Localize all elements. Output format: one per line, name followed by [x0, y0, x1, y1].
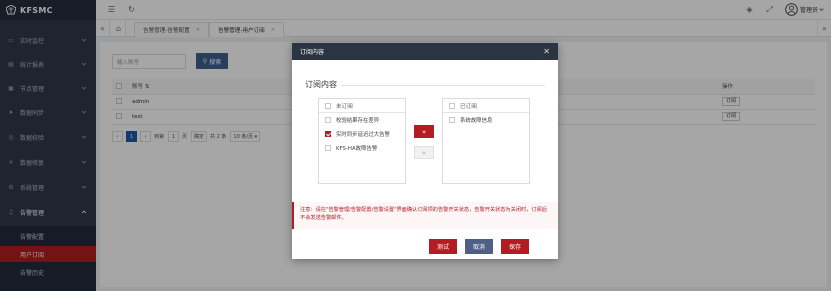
dialog-header: 订阅内容 ✕ — [292, 43, 558, 60]
unsubscribed-select-all[interactable] — [325, 102, 331, 109]
item-checkbox[interactable] — [325, 117, 331, 123]
list-item[interactable]: 校验结果存在差异 — [319, 113, 405, 127]
fieldset-legend: 订阅内容 — [305, 79, 341, 90]
cancel-button[interactable]: 取消 — [465, 239, 493, 254]
fieldset-divider — [305, 85, 545, 86]
subscribe-dialog: 订阅内容 ✕ 订阅内容 未订阅 校验结果存在差异 实时同步延迟过大告警 KFS-… — [292, 43, 558, 259]
item-checkbox[interactable] — [449, 117, 455, 123]
item-checkbox-checked[interactable] — [325, 131, 331, 137]
close-icon[interactable]: ✕ — [543, 47, 550, 56]
list-item[interactable]: KFS-HA故障告警 — [319, 141, 405, 155]
subscribed-list: 已订阅 系统故障信息 — [442, 98, 530, 184]
notice-text: 注意：请在"告警管理/告警配置/告警设置"界面确认订阅项的告警开关状态，告警开关… — [292, 202, 558, 229]
list-item[interactable]: 实时同步延迟过大告警 — [319, 127, 405, 141]
unsubscribed-header[interactable]: 未订阅 — [319, 99, 405, 113]
test-button[interactable]: 测试 — [429, 239, 457, 254]
item-checkbox[interactable] — [325, 145, 331, 151]
dialog-title: 订阅内容 — [300, 49, 325, 56]
list-item[interactable]: 系统故障信息 — [443, 113, 529, 127]
move-right-button[interactable]: » — [414, 125, 434, 138]
subscribed-header[interactable]: 已订阅 — [443, 99, 529, 113]
unsubscribed-list: 未订阅 校验结果存在差异 实时同步延迟过大告警 KFS-HA故障告警 — [318, 98, 406, 184]
subscribed-select-all[interactable] — [449, 102, 455, 109]
move-left-button[interactable]: « — [414, 146, 434, 159]
save-button[interactable]: 保存 — [501, 239, 529, 254]
